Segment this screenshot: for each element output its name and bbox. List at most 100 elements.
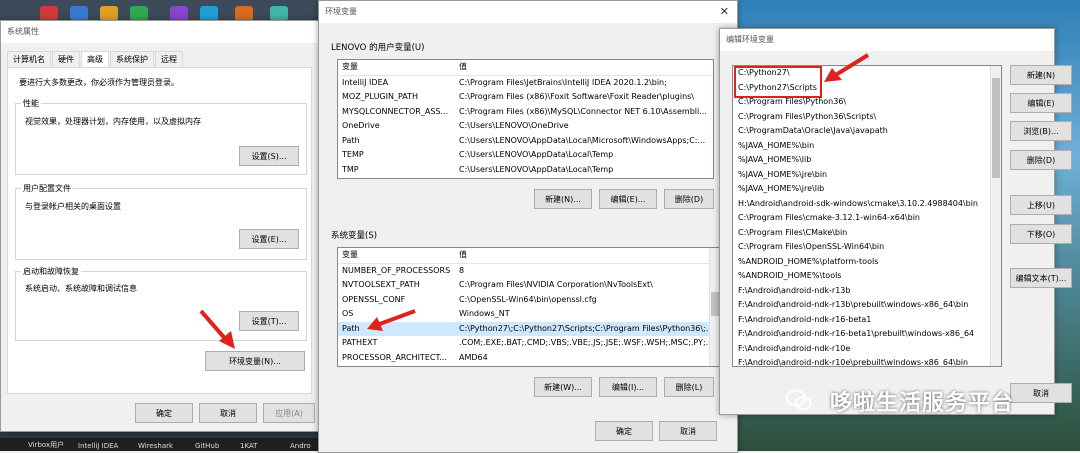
variable-value: C:\Python27\;C:\Python27\Scripts;C:\Prog…	[459, 323, 714, 333]
system-vars-title: 系统变量(S)	[331, 231, 378, 241]
performance-settings-button[interactable]: 设置(S)...	[239, 146, 299, 166]
table-row[interactable]: NVTOOLSEXT_PATH C:\Program Files\NVIDIA C…	[338, 278, 720, 293]
table-row[interactable]: TEMP C:\Users\LENOVO\AppData\Local\Temp	[338, 148, 713, 163]
cancel-button[interactable]: 取消	[659, 421, 717, 441]
variable-name: PATHEXT	[342, 338, 378, 347]
scrollbar-thumb[interactable]	[992, 78, 1000, 178]
list-item[interactable]: %ANDROID_HOME%\tools	[733, 269, 1001, 284]
list-item[interactable]: C:\Program Files\Python36\Scripts\	[733, 110, 1001, 125]
user-new-button[interactable]: 新建(N)...	[534, 189, 592, 209]
list-item[interactable]: C:\Program Files\cmake-3.12.1-win64-x64\…	[733, 211, 1001, 226]
list-item[interactable]: C:\Program Files\OpenSSL-Win64\bin	[733, 240, 1001, 255]
system-new-button[interactable]: 新建(W)...	[534, 377, 592, 397]
variable-name: OPENSSL_CONF	[342, 294, 406, 304]
table-row[interactable]: Path C:\Users\LENOVO\AppData\Local\Micros…	[338, 134, 713, 149]
browse-button[interactable]: 浏览(B)...	[1010, 121, 1072, 141]
taskbar-item[interactable]: Virbox用户	[28, 440, 64, 450]
column-header-value[interactable]: 值	[457, 248, 720, 263]
user-delete-button[interactable]: 删除(D)	[664, 189, 714, 209]
list-item[interactable]: H:\Android\android-sdk-windows\cmake\3.1…	[733, 197, 1001, 212]
annotation-arrow-icon	[824, 53, 870, 82]
table-row[interactable]: PROCESSOR_ARCHITECT... AMD64	[338, 351, 720, 366]
startup-recovery-settings-button[interactable]: 设置(T)...	[239, 311, 299, 331]
column-header-value[interactable]: 值	[457, 60, 713, 75]
tab-advanced[interactable]: 高级	[81, 51, 109, 67]
desktop-shortcut-icon[interactable]	[40, 6, 58, 21]
list-item[interactable]: F:\Android\android-ndk-r10e\prebuilt\win…	[733, 356, 1001, 366]
tab-system-protection[interactable]: 系统保护	[110, 51, 154, 67]
user-profile-settings-button[interactable]: 设置(E)...	[239, 229, 299, 249]
variable-value: Windows_NT	[459, 309, 510, 318]
taskbar-item[interactable]: Wireshark	[138, 442, 173, 450]
system-variables-list[interactable]: 变量值 NUMBER_OF_PROCESSORS 8 NVTOOLSEXT_PAT…	[337, 247, 721, 367]
system-delete-button[interactable]: 删除(L)	[664, 377, 714, 397]
watermark-text: 哆啦生活服务平台	[830, 391, 1015, 416]
table-row[interactable]: OneDrive C:\Users\LENOVO\OneDrive	[338, 119, 713, 134]
list-item[interactable]: F:\Android\android-ndk-r13b	[733, 284, 1001, 299]
list-item[interactable]: %JAVA_HOME%\jre\bin	[733, 168, 1001, 183]
list-item[interactable]: %ANDROID_HOME%\platform-tools	[733, 255, 1001, 270]
cancel-button[interactable]: 取消	[1010, 383, 1072, 403]
table-row[interactable]: MOZ_PLUGIN_PATH C:\Program Files (x86)\Fo…	[338, 90, 713, 105]
admin-note: 要进行大多数更改，你必须作为管理员登录。	[19, 78, 179, 87]
list-item[interactable]: C:\ProgramData\Oracle\Java\javapath	[733, 124, 1001, 139]
tab-computer-name[interactable]: 计算机名	[7, 51, 51, 67]
apply-button[interactable]: 应用(A)	[263, 403, 315, 423]
list-item[interactable]: C:\Program Files\CMake\bin	[733, 226, 1001, 241]
edit-button[interactable]: 编辑(E)	[1010, 93, 1072, 113]
taskbar-item[interactable]: Andro	[290, 442, 311, 450]
close-icon[interactable]: ✕	[720, 1, 729, 23]
variable-name: MOZ_PLUGIN_PATH	[342, 92, 419, 101]
column-header-variable[interactable]: 变量	[338, 60, 457, 75]
taskbar-item[interactable]: 1KAT	[240, 442, 257, 450]
table-row[interactable]: PATHEXT .COM;.EXE;.BAT;.CMD;.VBS;.VBE;.JS…	[338, 336, 720, 351]
table-row[interactable]: TMP C:\Users\LENOVO\AppData\Local\Temp	[338, 163, 713, 178]
scrollbar[interactable]	[990, 66, 1001, 366]
list-header: 变量值	[338, 60, 713, 76]
tab-hardware[interactable]: 硬件	[52, 51, 80, 67]
move-up-button[interactable]: 上移(U)	[1010, 195, 1072, 215]
scrollbar-thumb[interactable]	[711, 292, 719, 316]
desktop-shortcut-icon[interactable]	[270, 6, 288, 21]
table-row[interactable]: OPENSSL_CONF C:\OpenSSL-Win64\bin\openssl…	[338, 293, 720, 308]
taskbar-item[interactable]: GitHub	[195, 442, 219, 450]
table-row[interactable]: IntelliJ IDEA C:\Program Files\JetBrains\…	[338, 76, 713, 91]
table-row[interactable]: NUMBER_OF_PROCESSORS 8	[338, 264, 720, 279]
edit-text-button[interactable]: 编辑文本(T)...	[1010, 268, 1072, 288]
variable-name: NVTOOLSEXT_PATH	[342, 280, 420, 289]
new-button[interactable]: 新建(N)	[1010, 65, 1072, 85]
cancel-button[interactable]: 取消	[199, 403, 257, 423]
list-item[interactable]: F:\Android\android-ndk-r16-beta1	[733, 313, 1001, 328]
column-header-variable[interactable]: 变量	[338, 248, 457, 263]
variable-value: C:\Users\LENOVO\OneDrive	[459, 121, 569, 130]
list-item[interactable]: %JAVA_HOME%\bin	[733, 139, 1001, 154]
desktop-shortcut-icon[interactable]	[100, 6, 118, 21]
desktop-shortcut-icon[interactable]	[200, 6, 218, 21]
list-item[interactable]: F:\Android\android-ndk-r10e	[733, 342, 1001, 357]
list-item[interactable]: F:\Android\android-ndk-r16-beta1\prebuil…	[733, 327, 1001, 342]
user-variables-list[interactable]: 变量值 IntelliJ IDEA C:\Program Files\JetBra…	[337, 59, 714, 179]
desktop-shortcut-icon[interactable]	[130, 6, 148, 21]
edit-environment-variable-window: 编辑环境变量 C:\Python27\ C:\Python27\Scripts …	[719, 28, 1072, 415]
variable-value: AMD64	[459, 352, 488, 362]
list-item[interactable]: F:\Android\android-ndk-r13b\prebuilt\win…	[733, 298, 1001, 313]
variable-value: C:\Program Files\JetBrains\IntelliJ IDEA…	[459, 77, 667, 87]
list-item[interactable]: %JAVA_HOME%\lib	[733, 153, 1001, 168]
user-edit-button[interactable]: 编辑(E)...	[599, 189, 657, 209]
desktop-shortcut-icon[interactable]	[70, 6, 88, 21]
tab-remote[interactable]: 远程	[155, 51, 183, 67]
list-item[interactable]: %JAVA_HOME%\jre\lib	[733, 182, 1001, 197]
delete-button[interactable]: 删除(D)	[1010, 150, 1072, 170]
move-down-button[interactable]: 下移(O)	[1010, 224, 1072, 244]
desktop-shortcut-icon[interactable]	[170, 6, 188, 21]
system-edit-button[interactable]: 编辑(I)...	[599, 377, 657, 397]
ok-button[interactable]: 确定	[595, 421, 653, 441]
variable-value: 8	[459, 265, 465, 275]
annotation-arrow-icon	[367, 309, 416, 331]
taskbar-item[interactable]: IntelliJ IDEA	[78, 442, 118, 450]
table-row[interactable]: MYSQLCONNECTOR_ASS... C:\Program Files (x…	[338, 105, 713, 120]
desktop-shortcut-icon[interactable]	[235, 6, 253, 21]
path-entries-list[interactable]: C:\Python27\ C:\Python27\Scripts C:\Prog…	[732, 65, 1002, 367]
ok-button[interactable]: 确定	[135, 403, 193, 423]
environment-variables-button[interactable]: 环境变量(N)...	[205, 351, 305, 371]
